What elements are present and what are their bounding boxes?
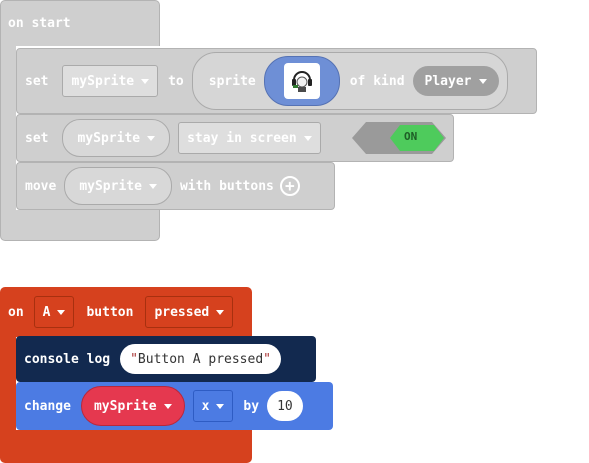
- with-buttons-keyword: with buttons: [179, 178, 274, 194]
- variable-name: mySprite: [93, 398, 157, 414]
- string-input[interactable]: " Button A pressed ": [120, 344, 281, 374]
- open-quote: ": [130, 351, 138, 367]
- caret-down-icon: [141, 78, 150, 84]
- on-button-block-spine: [0, 336, 16, 436]
- on-keyword: on: [8, 304, 24, 320]
- of-kind-keyword: of kind: [349, 73, 405, 89]
- event-value: pressed: [154, 304, 210, 320]
- kind-value: Player: [424, 73, 472, 89]
- add-circle-icon[interactable]: +: [279, 176, 300, 196]
- sprite-keyword: sprite: [208, 73, 256, 89]
- caret-down-icon: [478, 78, 487, 84]
- variable-dropdown[interactable]: mySprite: [64, 167, 172, 205]
- close-quote: ": [263, 351, 271, 367]
- console-log-statement[interactable]: console log " Button A pressed ": [16, 336, 316, 382]
- property-dropdown[interactable]: x: [192, 390, 234, 422]
- kind-dropdown[interactable]: Player: [412, 66, 499, 96]
- number-input[interactable]: 10: [267, 391, 303, 421]
- to-keyword: to: [168, 73, 184, 89]
- variable-dropdown[interactable]: mySprite: [62, 119, 171, 157]
- caret-down-icon: [57, 309, 66, 315]
- on-start-block-footer: [0, 210, 160, 241]
- by-keyword: by: [243, 398, 260, 414]
- change-sprite-property-statement[interactable]: change mySprite x by 10: [16, 382, 333, 430]
- set-keyword: set: [25, 130, 49, 146]
- set-sprite-statement[interactable]: set mySprite to sprite of kind Player: [16, 48, 537, 114]
- on-start-label: on start: [8, 16, 71, 31]
- sprite-flag-dropdown[interactable]: stay in screen: [178, 122, 321, 154]
- variable-dropdown[interactable]: mySprite: [62, 65, 159, 97]
- variable-name: mySprite: [71, 73, 135, 89]
- caret-down-icon: [148, 183, 157, 189]
- move-with-buttons-statement[interactable]: move mySprite with buttons +: [16, 162, 335, 210]
- sprite-image-picker[interactable]: [263, 56, 340, 106]
- caret-down-icon: [303, 135, 312, 141]
- change-keyword: change: [24, 398, 71, 414]
- caret-down-icon: [163, 403, 172, 409]
- create-sprite-block[interactable]: sprite of kind Player: [191, 52, 508, 110]
- on-button-pressed-block[interactable]: on A button pressed: [0, 287, 252, 337]
- button-dropdown[interactable]: A: [33, 296, 75, 328]
- sprite-avatar-icon: [283, 63, 320, 99]
- string-value: Button A pressed: [137, 351, 264, 367]
- caret-down-icon: [216, 403, 225, 409]
- caret-down-icon: [147, 135, 156, 141]
- property-value: x: [201, 398, 210, 414]
- button-keyword: button: [86, 304, 134, 320]
- on-start-block-spine: [0, 45, 16, 215]
- variable-dropdown[interactable]: mySprite: [80, 386, 185, 426]
- caret-down-icon: [216, 309, 225, 315]
- on-button-block-footer: [0, 430, 252, 463]
- number-value: 10: [277, 398, 293, 414]
- move-keyword: move: [25, 178, 57, 194]
- sprite-flag-value: stay in screen: [187, 130, 297, 146]
- variable-name: mySprite: [77, 130, 141, 146]
- event-dropdown[interactable]: pressed: [145, 296, 234, 328]
- on-off-toggle[interactable]: ON: [352, 122, 446, 154]
- set-keyword: set: [25, 73, 49, 89]
- variable-name: mySprite: [79, 178, 142, 194]
- button-value: A: [42, 304, 51, 320]
- toggle-label: ON: [404, 130, 418, 143]
- console-log-keyword: console log: [24, 351, 111, 367]
